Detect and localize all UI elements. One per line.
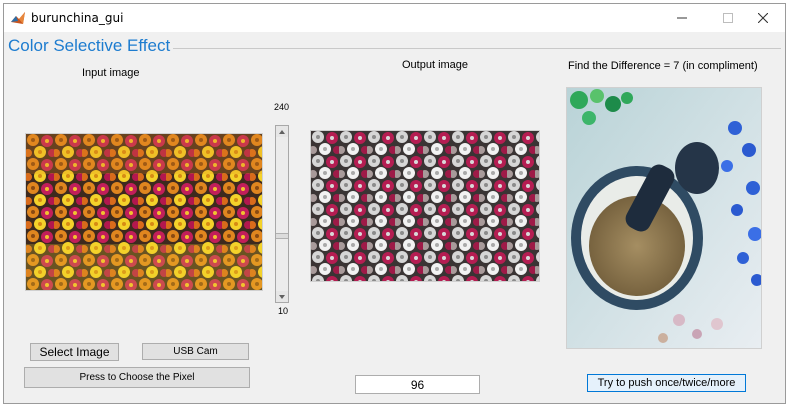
close-icon [758,13,768,23]
slider-max-label: 240 [274,102,290,112]
difference-image [566,87,762,349]
input-image [25,133,263,291]
slider-down-button[interactable] [276,291,288,302]
slider-up-button[interactable] [276,126,288,137]
matlab-icon [10,10,26,26]
select-image-button[interactable]: Select Image [30,343,119,361]
minimize-icon [677,17,687,19]
slider-thumb[interactable] [276,233,288,239]
threshold-slider[interactable] [275,125,289,303]
choose-pixel-button[interactable]: Press to Choose the Pixel [24,367,250,388]
try-push-button[interactable]: Try to push once/twice/more [587,374,746,392]
usb-cam-button[interactable]: USB Cam [142,343,249,360]
title-bar: burunchina_gui [4,4,785,32]
input-image-label: Input image [82,67,140,79]
slider-min-label: 10 [278,306,289,316]
difference-label: Find the Difference = 7 (in compliment) [568,60,758,72]
app-window: burunchina_gui Color Selective Effect In… [3,3,786,404]
window-title: burunchina_gui [31,11,124,25]
output-image [310,130,540,282]
maximize-icon [723,13,733,23]
chevron-down-icon [279,294,285,299]
close-button[interactable] [740,4,785,32]
output-image-label: Output image [402,59,469,71]
minimize-button[interactable] [659,4,705,32]
output-value-field[interactable]: 96 [355,375,480,394]
panel-title: Color Selective Effect [8,36,174,56]
chevron-up-icon [279,129,285,134]
